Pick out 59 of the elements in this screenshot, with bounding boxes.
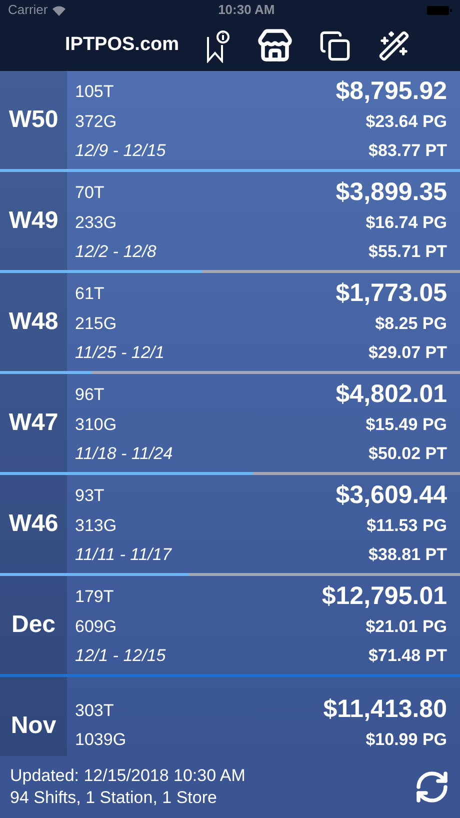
- bookmark-info-icon[interactable]: [206, 28, 230, 62]
- period-label: W46: [8, 509, 58, 539]
- date-range: 11/18 - 11/24: [75, 443, 173, 465]
- per-guest-amount: $8.25 PG: [375, 312, 447, 334]
- per-guest-amount: $21.01 PG: [366, 616, 447, 638]
- total-sales: $1,773.05: [336, 278, 447, 306]
- per-guest-amount: $11.53 PG: [366, 514, 447, 536]
- app-title[interactable]: IPTPOS.com: [65, 31, 180, 60]
- per-guest-amount: $16.74 PG: [366, 212, 447, 234]
- period-label: W47: [8, 408, 58, 438]
- transaction-count: 61T: [75, 283, 104, 305]
- period-label: W50: [8, 105, 58, 135]
- per-transaction-amount: $50.02 PT: [368, 443, 447, 465]
- wifi-icon: [52, 4, 66, 16]
- guest-count: 1039G: [75, 729, 126, 752]
- refresh-icon[interactable]: [414, 769, 450, 805]
- guest-count: 215G: [75, 312, 117, 334]
- transaction-count: 70T: [75, 182, 104, 204]
- carrier-label: Carrier: [8, 1, 48, 20]
- guest-count: 609G: [75, 616, 117, 638]
- period-label: W48: [8, 307, 58, 337]
- period-label: W49: [8, 206, 58, 236]
- total-sales: $3,899.35: [336, 178, 447, 206]
- transaction-count: 96T: [75, 384, 104, 406]
- date-range: 12/2 - 12/8: [75, 241, 156, 263]
- date-range: 11/25 - 12/1: [75, 342, 164, 364]
- total-sales: $4,802.01: [336, 380, 447, 408]
- total-sales: $11,413.80: [323, 695, 447, 724]
- per-guest-amount: $10.99 PG: [366, 729, 447, 752]
- clock-label: 10:30 AM: [218, 1, 275, 20]
- transaction-count: 105T: [75, 81, 114, 103]
- guest-count: 233G: [75, 212, 117, 234]
- period-label: Dec: [11, 610, 56, 640]
- per-transaction-amount: $71.48 PT: [368, 645, 447, 667]
- per-guest-amount: $23.64 PG: [366, 110, 447, 132]
- battery-icon: [427, 4, 452, 16]
- total-sales: $12,795.01: [322, 582, 447, 610]
- per-transaction-amount: $38.81 PT: [368, 544, 447, 566]
- updated-text: Updated: 12/15/2018 10:30 AM: [10, 765, 246, 787]
- transaction-count: 93T: [75, 485, 104, 507]
- per-guest-amount: $15.49 PG: [366, 414, 447, 436]
- magic-wand-icon[interactable]: [378, 30, 410, 62]
- transaction-count: 303T: [75, 700, 114, 722]
- guest-count: 310G: [75, 414, 117, 436]
- date-range: 11/11 - 11/17: [75, 544, 172, 566]
- copy-icon[interactable]: [319, 30, 352, 62]
- per-transaction-amount: $55.71 PT: [368, 241, 447, 263]
- date-range: 12/1 - 12/15: [75, 645, 166, 667]
- per-transaction-amount: $29.07 PT: [368, 342, 447, 364]
- summary-text: 94 Shifts, 1 Station, 1 Store: [10, 787, 218, 809]
- period-label: Nov: [10, 711, 56, 741]
- guest-count: 313G: [75, 514, 117, 536]
- date-range: 12/9 - 12/15: [75, 140, 166, 162]
- guest-count: 372G: [75, 110, 117, 132]
- total-sales: $3,609.44: [336, 480, 447, 508]
- per-transaction-amount: $83.77 PT: [368, 140, 447, 162]
- store-icon[interactable]: [256, 28, 292, 64]
- transaction-count: 179T: [75, 586, 114, 608]
- total-sales: $8,795.92: [336, 76, 447, 104]
